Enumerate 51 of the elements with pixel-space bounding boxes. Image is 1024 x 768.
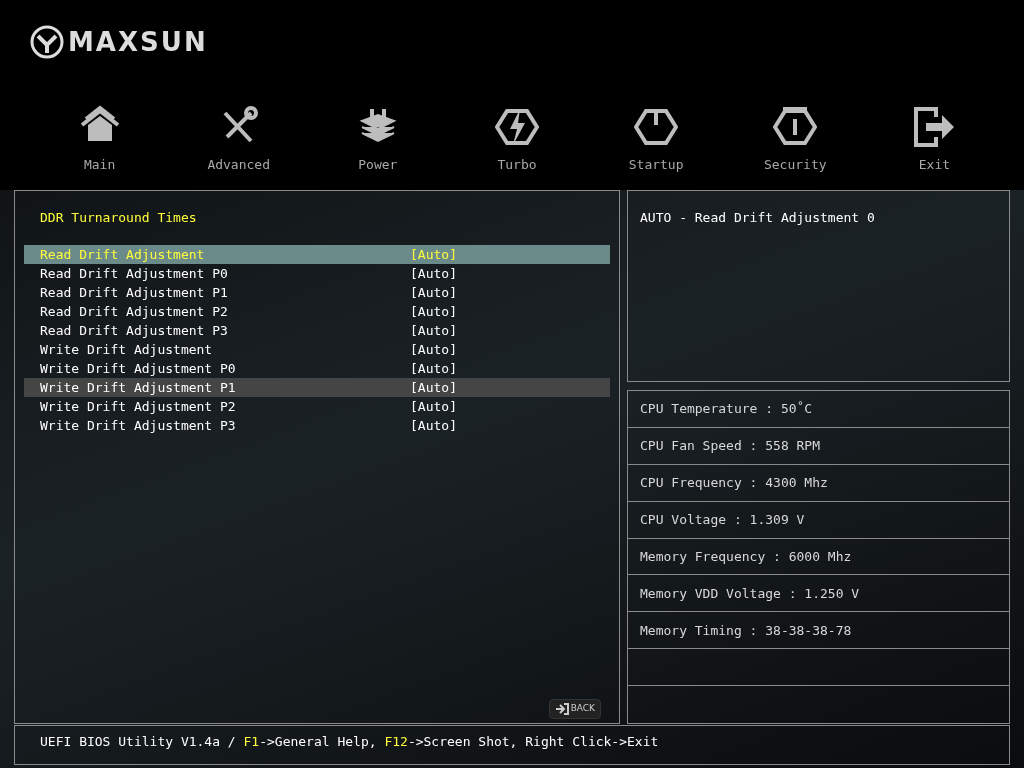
setting-label: Read Drift Adjustment P1: [40, 283, 229, 302]
setting-label: Write Drift Adjustment P0: [40, 359, 237, 378]
back-icon: [554, 703, 569, 715]
setting-label: Read Drift Adjustment P2: [40, 302, 229, 321]
setting-label: Write Drift Adjustment: [40, 340, 214, 359]
setting-label: Write Drift Adjustment P2: [40, 397, 237, 416]
monitor-reading: Memory VDD Voltage : 1.250 V: [640, 584, 860, 603]
setting-value: [Auto]: [410, 302, 457, 321]
back-button[interactable]: BACK: [548, 699, 601, 719]
menu-tab[interactable]: Advanced: [169, 90, 309, 174]
setting-label: Write Drift Adjustment P3: [40, 416, 237, 435]
setting-row[interactable]: Read Drift Adjustment P1 [Auto]: [24, 283, 610, 302]
menu-tab[interactable]: Power: [308, 90, 448, 174]
monitor-reading: CPU Fan Speed : 558 RPM: [640, 437, 820, 456]
setting-value: [Auto]: [410, 245, 457, 264]
monitor-reading: CPU Frequency : 4300 Mhz: [640, 473, 828, 492]
exit-icon: [912, 104, 957, 149]
setting-row[interactable]: Write Drift Adjustment P2 [Auto]: [24, 397, 610, 416]
setting-value: [Auto]: [410, 397, 457, 416]
setting-label: Read Drift Adjustment: [40, 245, 206, 264]
setting-row[interactable]: Write Drift Adjustment P0 [Auto]: [24, 359, 610, 378]
status-bar-text: UEFI BIOS Utility V1.4a / F1->General Help, F12->Screen Shot, Right Click->Exit: [14, 725, 1010, 765]
setting-row[interactable]: Read Drift Adjustment P0 [Auto]: [24, 264, 610, 283]
setting-row[interactable]: Write Drift Adjustment [Auto]: [24, 340, 610, 359]
setting-label: Read Drift Adjustment P3: [40, 321, 229, 340]
setting-value: [Auto]: [410, 264, 457, 283]
setting-value: [Auto]: [410, 359, 457, 378]
setting-row[interactable]: Write Drift Adjustment P1 [Auto]: [24, 378, 610, 397]
setting-value: [Auto]: [410, 378, 457, 397]
menu-tab[interactable]: Startup: [586, 90, 726, 174]
monitor-reading: CPU Voltage : 1.309 V: [640, 510, 805, 529]
setting-row[interactable]: Read Drift Adjustment P3 [Auto]: [24, 321, 610, 340]
setting-row[interactable]: Read Drift Adjustment P2 [Auto]: [24, 302, 610, 321]
monitor-reading: Memory Frequency : 6000 Mhz: [640, 547, 852, 566]
help-text: AUTO - Read Drift Adjustment 0: [640, 209, 876, 227]
brand-logo-text: MAXSUN: [68, 26, 208, 59]
menu-tab[interactable]: Turbo: [447, 90, 587, 174]
monitor-reading: Memory Timing : 38-38-38-78: [640, 621, 852, 640]
logo-icon: [30, 25, 64, 59]
setting-value: [Auto]: [410, 321, 457, 340]
monitor-reading: CPU Temperature : 50˚C: [640, 400, 813, 419]
setting-label: Write Drift Adjustment P1: [40, 378, 237, 397]
section-title: DDR Turnaround Times: [39, 209, 198, 227]
setting-value: [Auto]: [410, 283, 457, 302]
setting-row[interactable]: Write Drift Adjustment P3 [Auto]: [24, 416, 610, 435]
setting-value: [Auto]: [410, 416, 457, 435]
setting-value: [Auto]: [410, 340, 457, 359]
menu-tab[interactable]: Security: [725, 90, 865, 174]
setting-label: Read Drift Adjustment P0: [40, 264, 229, 283]
menu-tab[interactable]: Main: [30, 90, 170, 174]
menu-tab[interactable]: Exit: [864, 90, 1004, 174]
